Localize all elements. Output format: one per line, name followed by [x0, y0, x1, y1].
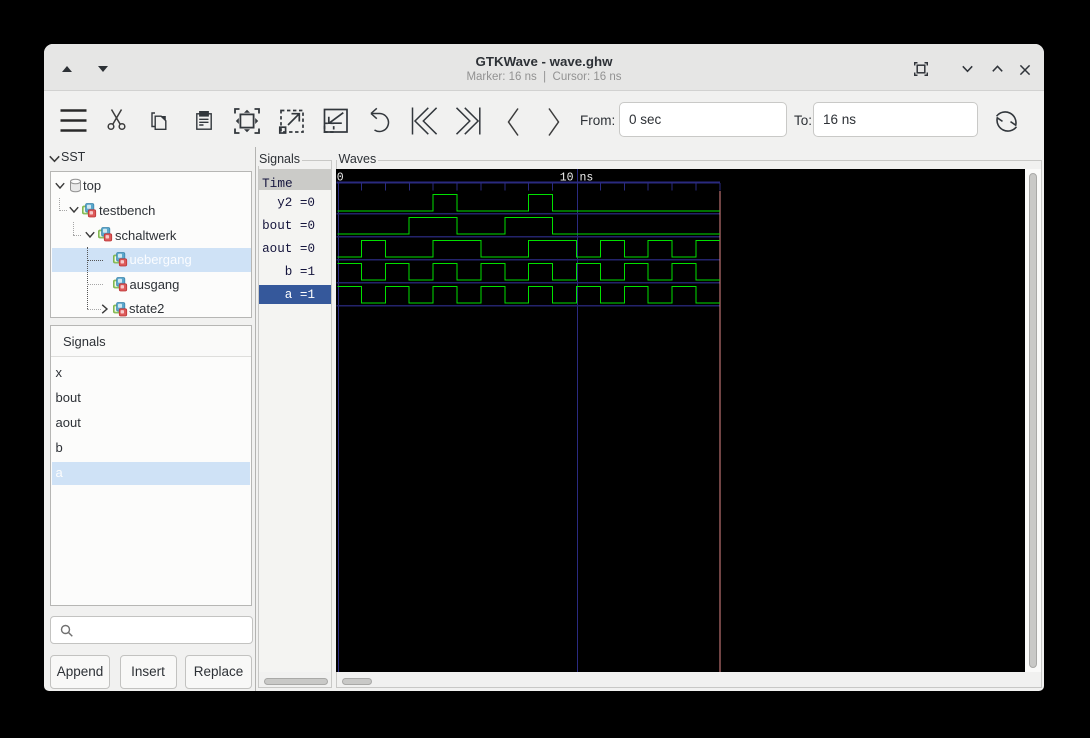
- svg-text:10: 10: [560, 172, 574, 185]
- svg-text:0: 0: [337, 172, 344, 185]
- svg-text:ns: ns: [580, 172, 594, 185]
